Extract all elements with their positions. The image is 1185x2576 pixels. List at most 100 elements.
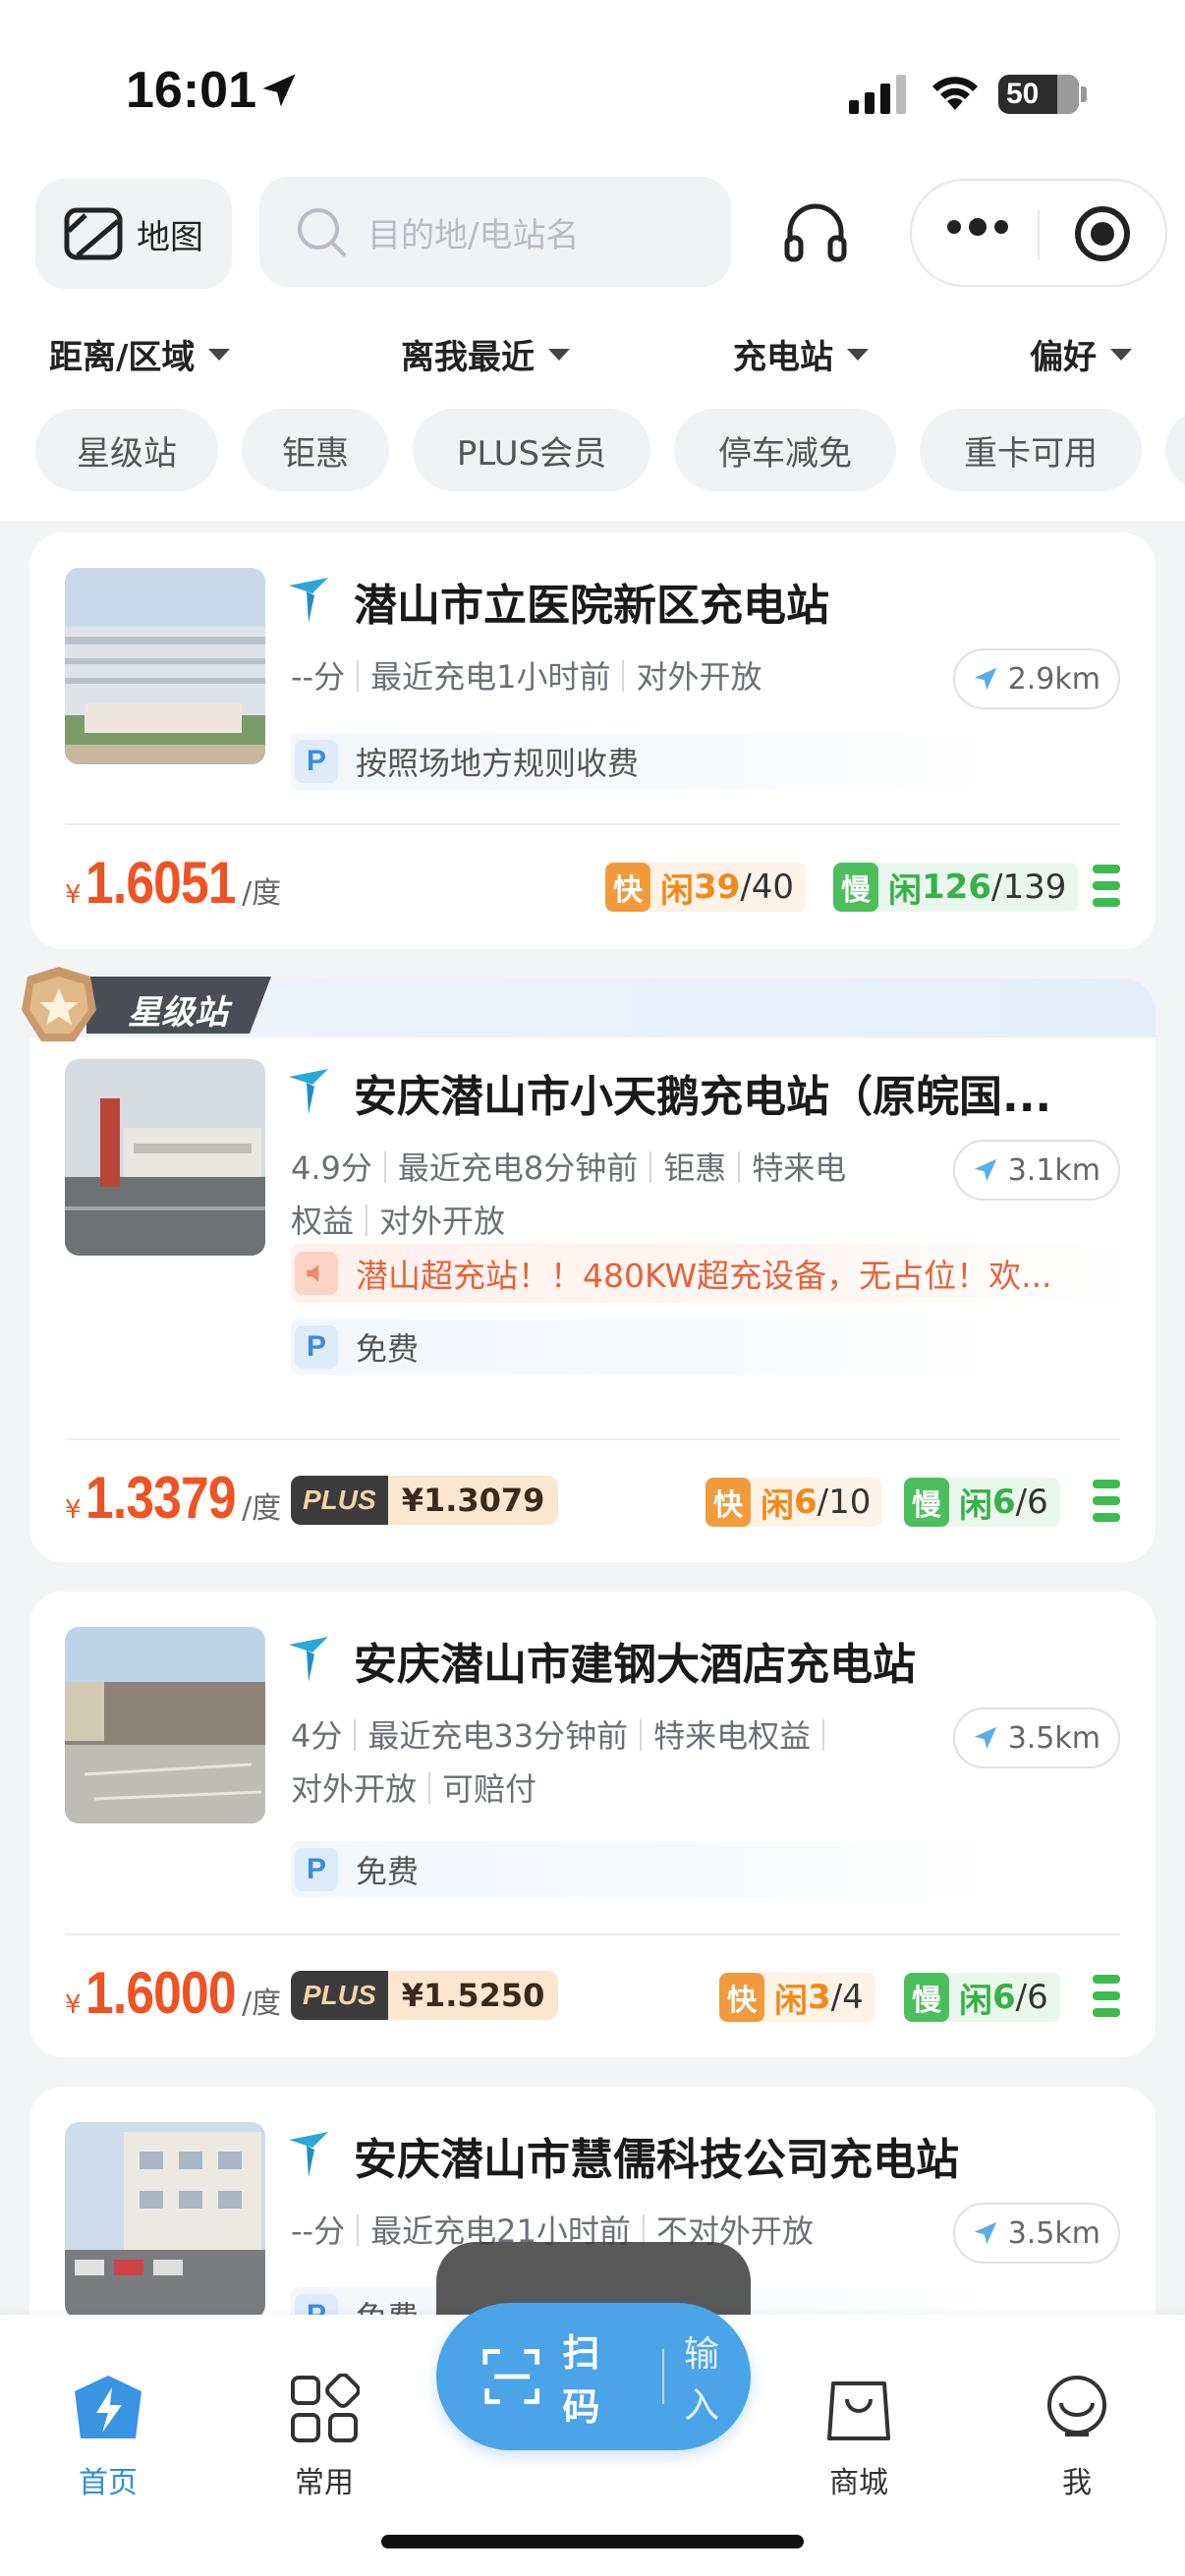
map-icon	[64, 207, 123, 260]
chip-discount[interactable]: 钜惠	[242, 409, 389, 491]
card-divider	[65, 823, 1120, 825]
free-prefix: 闲	[660, 870, 694, 911]
station-meta: 4.9分 最近充电8分钟前 钜惠 特来电 权益 对外开放	[291, 1142, 920, 1248]
chip-heavy-truck[interactable]: 重卡可用	[920, 409, 1142, 491]
parking-info: P 免费	[291, 1318, 998, 1375]
cellular-signal-icon	[849, 75, 906, 114]
home-bolt-icon	[75, 2376, 141, 2438]
slow-badge: 慢	[904, 1478, 949, 1527]
filter-preference[interactable]: 偏好	[1030, 330, 1132, 378]
distance-pill[interactable]: 3.5km	[952, 2203, 1120, 2264]
station-last-charge: 最近充电8分钟前	[397, 1149, 639, 1187]
search-input[interactable]: 目的地/电站名	[259, 177, 731, 287]
chip-star-station[interactable]: 星级站	[35, 409, 218, 491]
slow-free-count: 6	[992, 1978, 1016, 2017]
fast-total-count: /10	[817, 1483, 872, 1522]
currency-symbol: ¥	[65, 1495, 82, 1525]
battery-level: 50	[1006, 78, 1040, 110]
tab-home[interactable]: 首页	[39, 2374, 177, 2501]
plus-price: ¥1.3079	[387, 1476, 559, 1525]
tab-me[interactable]: 我	[1008, 2374, 1146, 2501]
station-card[interactable]: 安庆潜山市建钢大酒店充电站 4分 最近充电33分钟前 特来电权益 对外开放 可赔付 3…	[29, 1592, 1156, 2057]
filter-station-type[interactable]: 充电站	[733, 330, 869, 378]
plus-tag: PLUS	[291, 1476, 388, 1525]
fast-badge: 快	[719, 1973, 764, 2022]
card-divider	[65, 1933, 1120, 1935]
map-button[interactable]: 地图	[35, 179, 232, 289]
slow-free-count: 6	[992, 1483, 1016, 1522]
price: ¥ 1.3379 /度	[65, 1464, 281, 1532]
currency-symbol: ¥	[65, 880, 82, 910]
parking-text: 免费	[356, 1330, 420, 1368]
station-brand-icon	[289, 578, 328, 623]
tab-label: 商城	[829, 2466, 888, 2500]
price-value: 1.3379	[85, 1465, 237, 1531]
caret-down-icon	[847, 348, 869, 361]
tab-label: 常用	[295, 2466, 354, 2500]
close-target-icon[interactable]	[1075, 206, 1130, 261]
free-prefix: 闲	[774, 1981, 808, 2021]
station-tag-rights: 权益	[291, 1203, 355, 1240]
station-score: --分	[291, 658, 346, 696]
station-card[interactable]: 潜山市立医院新区充电站 --分 最近充电1小时前 对外开放 2.9km P 按照场地…	[29, 532, 1156, 949]
parking-icon: P	[295, 740, 338, 783]
parking-icon: P	[295, 1325, 338, 1369]
tab-label: 我	[1062, 2466, 1092, 2500]
header: 地图 目的地/电站名 距离/区域 离我最近 充电站 偏好 星级站 钜惠 PLUS…	[0, 167, 1185, 521]
chip-more[interactable]	[1165, 409, 1185, 491]
fast-free-count: 3	[808, 1978, 831, 2017]
fast-free-count: 6	[794, 1483, 818, 1522]
filter-label: 离我最近	[401, 338, 535, 377]
distance-pill[interactable]: 2.9km	[952, 648, 1120, 709]
chip-plus-member[interactable]: PLUS会员	[413, 409, 650, 491]
free-prefix: 闲	[761, 1485, 794, 1526]
charger-list-icon[interactable]	[1093, 865, 1120, 915]
speaker-icon	[295, 1252, 338, 1295]
fast-charger-availability: 快 闲 6/10	[705, 1478, 883, 1527]
filter-distance-area[interactable]: 距离/区域	[49, 330, 231, 378]
charger-list-icon[interactable]	[1093, 1480, 1120, 1530]
more-icon[interactable]	[947, 218, 1008, 236]
price: ¥ 1.6051 /度	[65, 849, 281, 917]
station-card[interactable]: 安庆潜山市小天鹅充电站（原皖国... 4.9分 最近充电8分钟前 钜惠 特来电 权益对…	[29, 979, 1156, 1562]
headset-icon[interactable]	[782, 202, 849, 263]
fast-total-count: /4	[830, 1978, 864, 2017]
distance-value: 3.5km	[1007, 2215, 1100, 2251]
notice-text: 潜山超充站！！480KW超充设备，无占位！欢...	[356, 1257, 1052, 1295]
battery-icon: 50	[998, 75, 1079, 114]
navigate-arrow-icon	[974, 1726, 996, 1750]
station-last-charge: 最近充电33分钟前	[367, 1717, 629, 1755]
slow-total-count: /6	[1015, 1978, 1048, 2017]
star-station-label: 星级站	[128, 993, 228, 1033]
caret-down-icon	[548, 348, 570, 361]
station-tag-compensation: 可赔付	[442, 1770, 537, 1808]
tab-mall[interactable]: 商城	[790, 2374, 928, 2501]
caret-down-icon	[208, 348, 231, 361]
quick-filter-chips: 星级站 钜惠 PLUS会员 停车减免 重卡可用	[35, 409, 1185, 491]
charger-list-icon[interactable]	[1093, 1975, 1120, 2025]
input-label[interactable]: 输入	[684, 2325, 751, 2428]
station-notice[interactable]: 潜山超充站！！480KW超充设备，无占位！欢...	[291, 1244, 1136, 1303]
station-tag-brand: 特来电	[752, 1149, 847, 1187]
distance-pill[interactable]: 3.1km	[952, 1140, 1120, 1201]
station-name: 潜山市立医院新区充电站	[354, 581, 829, 631]
price-unit: /度	[242, 1491, 282, 1526]
plus-price-badge: PLUS ¥1.5250	[291, 1971, 559, 2020]
station-name: 安庆潜山市慧儒科技公司充电站	[354, 2135, 959, 2185]
plus-price: ¥1.5250	[387, 1971, 559, 2020]
station-meta: --分 最近充电1小时前 对外开放	[291, 650, 920, 703]
user-avatar-icon	[1047, 2376, 1106, 2436]
free-prefix: 闲	[888, 870, 922, 911]
free-prefix: 闲	[959, 1485, 992, 1526]
station-brand-icon	[289, 1637, 328, 1682]
chip-parking-discount[interactable]: 停车减免	[674, 409, 896, 491]
scan-button[interactable]: 扫码 输入	[436, 2303, 751, 2450]
distance-pill[interactable]: 3.5km	[952, 1708, 1120, 1768]
tab-common[interactable]: 常用	[255, 2373, 393, 2501]
parking-info: P 按照场地方规则收费	[291, 733, 998, 790]
fast-charger-availability: 快 闲 39/40	[605, 863, 807, 912]
scan-label: 扫码	[562, 2331, 600, 2429]
status-bar: 16:01 50	[0, 0, 1185, 167]
filter-nearest[interactable]: 离我最近	[401, 330, 570, 378]
parking-icon: P	[295, 1848, 338, 1891]
